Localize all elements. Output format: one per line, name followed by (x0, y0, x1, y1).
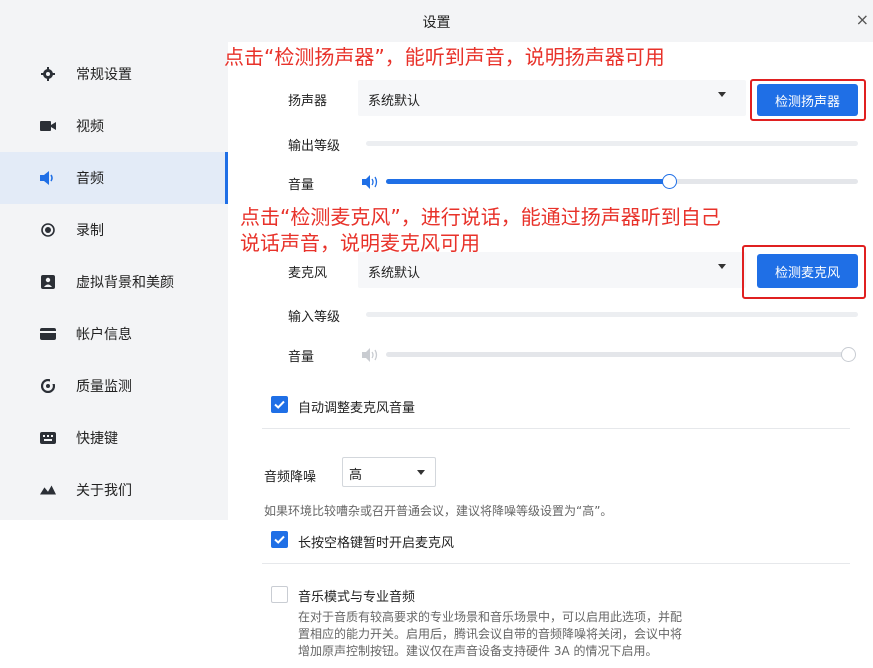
sidebar-item-label: 快捷键 (76, 431, 118, 447)
noise-level-value: 高 (349, 468, 363, 483)
sidebar-item-label: 关于我们 (76, 483, 132, 499)
check-icon (274, 535, 285, 544)
mic-device-value: 系统默认 (368, 266, 421, 281)
about-icon (40, 482, 56, 498)
mic-select[interactable]: 系统默认 (358, 252, 746, 288)
speaker-volume-fill (386, 179, 670, 184)
sidebar-item-record[interactable]: 录制 (0, 204, 228, 256)
sidebar-item-label: 音频 (76, 171, 104, 187)
divider (262, 428, 850, 429)
video-camera-icon (40, 118, 56, 134)
space-unmute-label: 长按空格键暂时开启麦克风 (298, 536, 455, 551)
sidebar-item-audio[interactable]: 音频 (0, 152, 228, 204)
mic-volume-knob[interactable] (841, 347, 856, 362)
sidebar-item-label: 录制 (76, 223, 104, 239)
divider (262, 563, 850, 564)
music-mode-checkbox[interactable] (271, 586, 288, 603)
sidebar-item-video[interactable]: 视频 (0, 100, 228, 152)
mic-annotation-line1: 点击“检测麦克风”，进行说话，能通过扬声器听到自己 (240, 205, 721, 229)
close-icon[interactable]: × (856, 12, 869, 28)
noise-level-select[interactable]: 高 (342, 457, 436, 487)
sidebar-item-label: 质量监测 (76, 379, 132, 395)
record-icon (40, 222, 56, 238)
test-mic-button[interactable]: 检测麦克风 (757, 254, 858, 288)
output-level-label: 输出等级 (288, 139, 341, 154)
sidebar-item-about[interactable]: 关于我们 (0, 464, 228, 516)
music-mode-desc-line: 增加原声控制按钮。建议仅在声音设备支持硬件 3A 的情况下启用。 (298, 644, 658, 658)
speaker-volume-label: 音量 (288, 178, 315, 193)
auto-adjust-checkbox[interactable] (271, 396, 288, 413)
settings-window: 设置 × 常规设置 视频 音频 录制 虚拟背景和美颜 帐户信息 质量监测 快捷键… (0, 0, 873, 668)
sidebar: 常规设置 视频 音频 录制 虚拟背景和美颜 帐户信息 质量监测 快捷键 关于我们 (0, 42, 228, 520)
title-bar: 设置 × (0, 0, 873, 42)
sidebar-item-label: 帐户信息 (76, 327, 132, 343)
mic-volume-label: 音量 (288, 350, 315, 365)
keyboard-icon (40, 430, 56, 446)
sidebar-item-background[interactable]: 虚拟背景和美颜 (0, 256, 228, 308)
input-level-meter (366, 312, 858, 317)
sidebar-item-quality[interactable]: 质量监测 (0, 360, 228, 412)
sidebar-item-label: 虚拟背景和美颜 (76, 275, 174, 291)
music-mode-desc-line: 在对于音质有较高要求的专业场景和音乐场景中，可以启用此选项，并配 (298, 610, 683, 624)
music-mode-desc-line: 置相应的能力开关。启用后，腾讯会议自带的音频降噪将关闭，会议中将 (298, 627, 683, 641)
mic-volume-slider[interactable] (386, 352, 848, 357)
chevron-down-icon (718, 92, 726, 97)
input-level-label: 输入等级 (288, 310, 341, 325)
chevron-down-icon (718, 264, 726, 269)
music-mode-label: 音乐模式与专业音频 (298, 590, 416, 605)
speaker-volume-icon (362, 174, 380, 189)
speaker-icon (40, 170, 56, 186)
gauge-icon (40, 378, 56, 394)
space-unmute-checkbox[interactable] (271, 531, 288, 548)
noise-reduction-label: 音频降噪 (264, 470, 317, 485)
speaker-annotation: 点击“检测扬声器”，能听到声音，说明扬声器可用 (224, 45, 665, 69)
speaker-label: 扬声器 (288, 94, 328, 109)
gear-icon (40, 66, 56, 82)
speaker-select[interactable]: 系统默认 (358, 80, 746, 116)
portrait-icon (40, 274, 56, 290)
music-mode-description: 在对于音质有较高要求的专业场景和音乐场景中，可以启用此选项，并配 置相应的能力开… (298, 609, 838, 660)
check-icon (274, 400, 285, 409)
chevron-down-icon (417, 470, 425, 475)
sidebar-item-account[interactable]: 帐户信息 (0, 308, 228, 360)
sidebar-item-general[interactable]: 常规设置 (0, 48, 228, 100)
speaker-volume-knob[interactable] (662, 174, 678, 189)
mic-volume-icon (362, 347, 380, 362)
output-level-meter (366, 141, 858, 146)
sidebar-item-label: 视频 (76, 119, 104, 135)
mic-label: 麦克风 (288, 266, 328, 281)
window-title: 设置 (422, 15, 451, 31)
speaker-device-value: 系统默认 (368, 94, 421, 109)
auto-adjust-label: 自动调整麦克风音量 (298, 401, 416, 416)
sidebar-item-shortcuts[interactable]: 快捷键 (0, 412, 228, 464)
speaker-volume-slider[interactable] (386, 179, 858, 184)
test-speaker-button[interactable]: 检测扬声器 (757, 84, 858, 116)
noise-hint: 如果环境比较嘈杂或召开普通会议，建议将降噪等级设置为“高”。 (264, 504, 613, 518)
card-icon (40, 326, 56, 342)
sidebar-item-label: 常规设置 (76, 67, 132, 83)
